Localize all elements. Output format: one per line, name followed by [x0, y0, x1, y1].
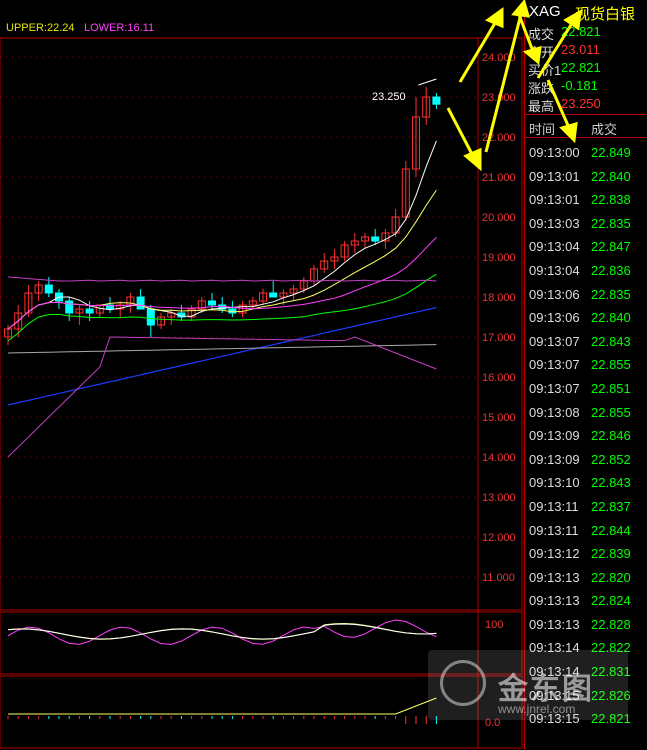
tick-row: 09:13:01 22.838: [525, 189, 647, 213]
ma-flat-line: [7, 344, 437, 354]
tick-row: 09:13:04 22.836: [525, 260, 647, 284]
osc-line-2: [7, 623, 437, 640]
candle-body: [65, 300, 74, 314]
y-axis-label: 14.000: [482, 452, 516, 464]
candle-body: [85, 308, 94, 314]
tick-row: 09:13:12 22.839: [525, 543, 647, 567]
tick-price: 22.820: [591, 569, 631, 585]
tick-row: 09:13:09 22.852: [525, 449, 647, 473]
tick-price: 22.846: [591, 428, 631, 444]
annotation-arrows: [446, 0, 582, 172]
tick-row: 09:13:13 22.820: [525, 567, 647, 591]
tick-price: 22.847: [591, 239, 631, 255]
tick-price: 22.828: [591, 616, 631, 632]
tick-time: 09:13:11: [529, 498, 579, 514]
osc-line-1: [7, 619, 437, 645]
tick-time: 09:13:09: [529, 428, 580, 444]
candle-body: [269, 292, 278, 298]
price-tag-pointer: [418, 78, 437, 86]
band-line-lower: [7, 336, 437, 458]
y-axis-label: 18.000: [482, 292, 516, 304]
macd-line: [8, 697, 437, 715]
tick-time: 09:13:10: [529, 475, 580, 491]
y-axis-label: 19.000: [482, 252, 516, 264]
tick-time: 09:13:01: [529, 192, 580, 208]
tick-row: 09:13:08 22.855: [525, 402, 647, 426]
tick-row: 09:13:13 22.824: [525, 590, 647, 614]
y-axis-label: 13.000: [482, 492, 516, 504]
tick-time: 09:13:07: [529, 380, 580, 396]
tick-price: 22.824: [591, 593, 631, 609]
watermark-url: www.jnrel.com: [498, 702, 576, 716]
tick-price: 22.840: [591, 310, 631, 326]
tick-price: 22.837: [591, 498, 631, 514]
tick-time: 09:13:13: [529, 569, 580, 585]
tick-row: 09:13:10 22.843: [525, 472, 647, 496]
candle-body: [146, 308, 155, 326]
watermark: 金东图 www.jnrel.com: [428, 650, 628, 720]
osc-axis-label: 100: [485, 619, 503, 631]
candle-body: [208, 300, 216, 306]
tick-price: 22.852: [591, 451, 631, 467]
tick-price: 22.835: [591, 286, 631, 302]
tick-time: 09:13:11: [529, 522, 579, 538]
brand-logo-icon: [440, 660, 486, 706]
tick-time: 09:13:04: [529, 239, 580, 255]
tick-row: 09:13:03 22.835: [525, 213, 647, 237]
tick-price: 22.855: [591, 357, 631, 373]
lower-band-label: LOWER:16.11: [84, 22, 155, 34]
tick-row: 09:13:06 22.840: [525, 307, 647, 331]
tick-row: 09:13:11 22.837: [525, 496, 647, 520]
tick-time: 09:13:07: [529, 357, 580, 373]
tick-row: 09:13:07 22.843: [525, 331, 647, 355]
tick-time: 09:13:13: [529, 616, 580, 632]
high-price-tag: 23.250: [372, 91, 406, 103]
tick-row: 09:13:07 22.855: [525, 354, 647, 378]
tick-price: 22.835: [591, 215, 631, 231]
tick-time: 09:13:12: [529, 546, 580, 562]
tick-price: 22.844: [591, 522, 631, 538]
y-axis-label: 20.000: [482, 212, 516, 224]
tick-price: 22.838: [591, 192, 631, 208]
tick-time: 09:13:07: [529, 333, 580, 349]
candle-body: [432, 96, 441, 105]
upper-band-label: UPPER:22.24: [6, 22, 75, 34]
candle-body: [136, 296, 145, 310]
tick-price: 22.855: [591, 404, 631, 420]
candle-body: [44, 284, 53, 294]
tick-price: 22.851: [591, 380, 631, 396]
tick-time: 09:13:08: [529, 404, 580, 420]
ma20-line: [7, 237, 437, 330]
y-axis-label: 17.000: [482, 332, 516, 344]
y-axis-label: 16.000: [482, 372, 516, 384]
tick-price: 22.843: [591, 333, 631, 349]
tick-price: 22.839: [591, 546, 631, 562]
tick-row: 09:13:11 22.844: [525, 520, 647, 544]
candle-body: [371, 236, 380, 242]
tick-row: 09:13:06 22.835: [525, 284, 647, 308]
band-line-upper: [7, 276, 437, 282]
tick-time: 09:13:06: [529, 286, 580, 302]
ma-long-line: [7, 306, 437, 406]
tick-time: 09:13:06: [529, 310, 580, 326]
tick-time: 09:13:04: [529, 262, 580, 278]
tick-row: 09:13:07 22.851: [525, 378, 647, 402]
tick-price: 22.836: [591, 262, 631, 278]
ticks-list[interactable]: 09:13:00 22.849 09:13:01 22.840 09:13:01 22.8…: [525, 142, 647, 732]
y-axis-label: 12.000: [482, 532, 516, 544]
tick-row: 09:13:04 22.847: [525, 236, 647, 260]
tick-time: 09:13:09: [529, 451, 580, 467]
tick-row: 09:13:13 22.828: [525, 614, 647, 638]
y-axis-label: 15.000: [482, 412, 516, 424]
tick-time: 09:13:13: [529, 593, 580, 609]
tick-price: 22.843: [591, 475, 631, 491]
y-axis-label: 11.000: [482, 572, 515, 584]
tick-row: 09:13:09 22.846: [525, 425, 647, 449]
tick-time: 09:13:03: [529, 215, 580, 231]
